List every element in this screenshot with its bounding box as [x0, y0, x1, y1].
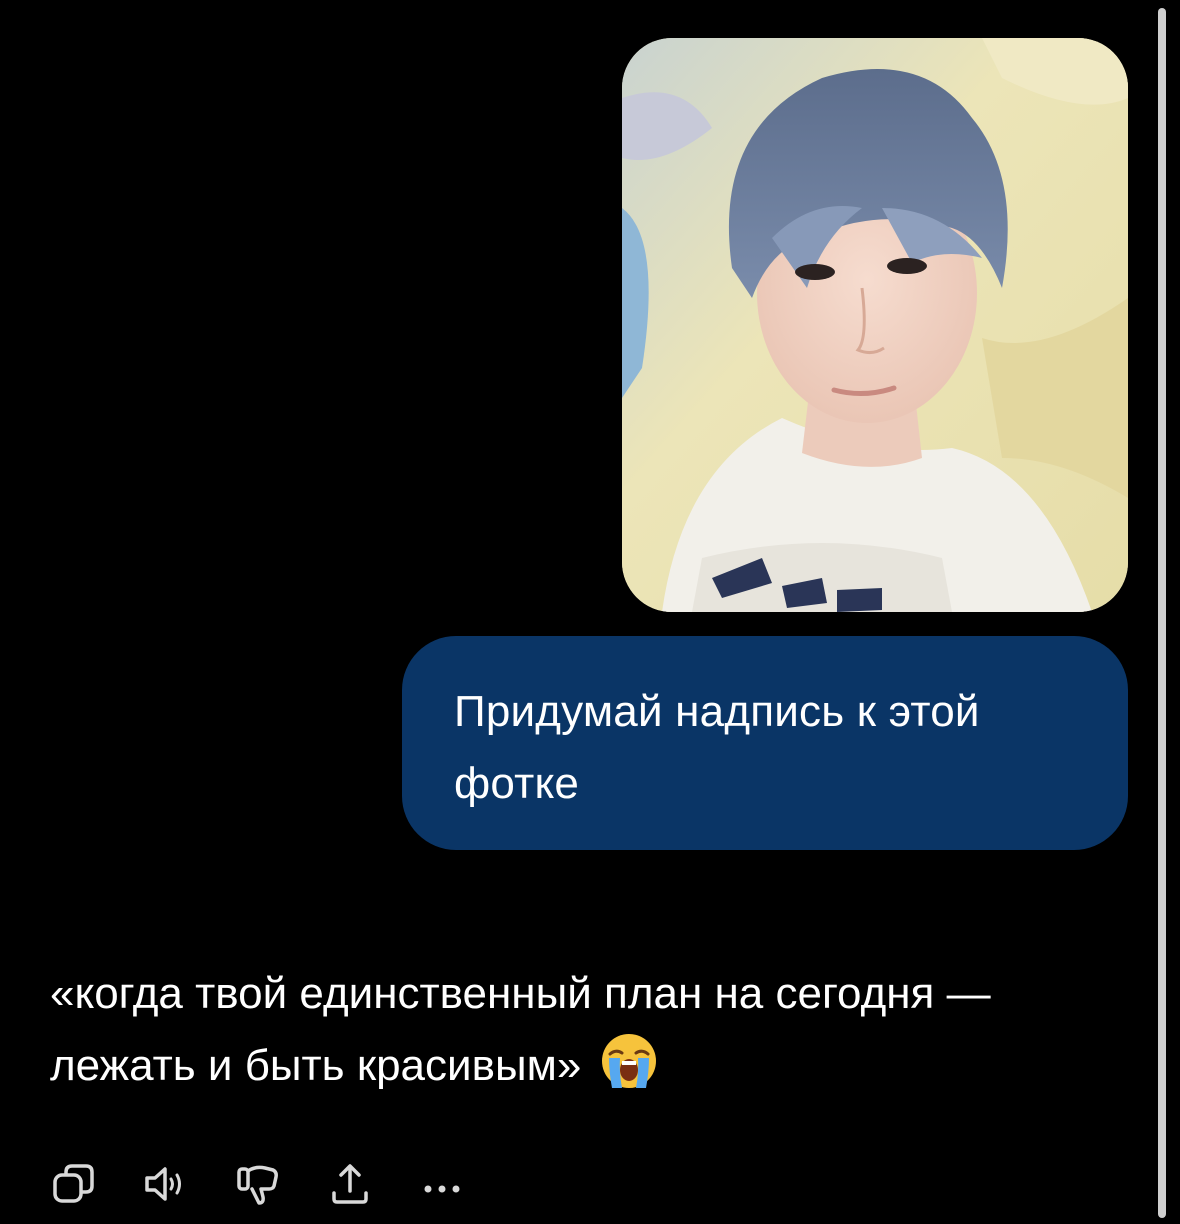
thumbs-down-icon	[237, 1165, 278, 1205]
user-message-bubble: Придумай надпись к этой фотке	[402, 636, 1128, 850]
user-message-text: Придумай надпись к этой фотке	[454, 687, 980, 808]
share-icon	[332, 1164, 368, 1204]
share-button[interactable]	[326, 1160, 374, 1208]
assistant-message: «когда твой единственный план на сегодня…	[50, 958, 1120, 1102]
loudly-crying-face-icon	[600, 1032, 658, 1090]
read-aloud-button[interactable]	[142, 1160, 190, 1208]
read-aloud-icon	[145, 1167, 181, 1201]
message-actions	[50, 1154, 510, 1214]
more-button[interactable]	[418, 1160, 466, 1208]
attached-photo[interactable]	[622, 38, 1128, 612]
more-icon	[424, 1185, 460, 1193]
copy-button[interactable]	[50, 1160, 98, 1208]
assistant-message-text: «когда твой единственный план на сегодня…	[50, 969, 991, 1090]
dislike-button[interactable]	[234, 1160, 282, 1208]
scrollbar[interactable]	[1158, 8, 1166, 1218]
copy-icon	[53, 1164, 94, 1203]
